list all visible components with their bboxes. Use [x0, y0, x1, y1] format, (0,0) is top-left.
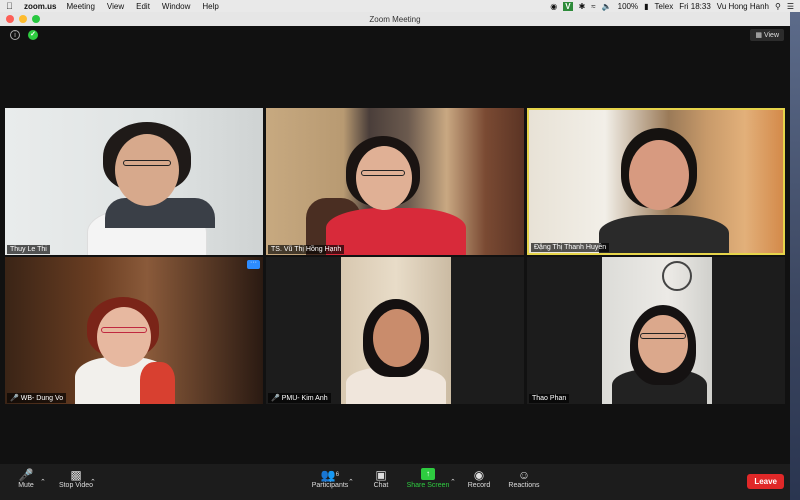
record-icon: ◉	[473, 468, 485, 482]
window-title: Zoom Meeting	[369, 14, 421, 24]
wall-fan	[662, 261, 692, 291]
stop-video-label: Stop Video	[58, 482, 94, 489]
bluetooth-icon[interactable]: ✱	[579, 2, 586, 11]
menu-help[interactable]: Help	[202, 2, 218, 11]
app-menu-zoom[interactable]: zoom.us	[24, 2, 56, 11]
participant-name: WB- Dung Vo	[20, 394, 64, 402]
search-icon[interactable]: ⚲	[775, 2, 781, 11]
participant-name-tag: TS. Vũ Thị Hồng Hạnh	[268, 245, 345, 254]
mute-button[interactable]: 🎤 Mute	[14, 468, 38, 489]
participants-icon: 👥6	[320, 468, 340, 482]
participant-name-tag: 🎤 WB- Dung Vo	[7, 393, 67, 403]
view-label: View	[763, 32, 779, 39]
audio-options-caret-icon[interactable]: ⌃	[40, 478, 46, 486]
menubar-tray: ◉ V ✱ ≈ 🔈 100% ▮ Telex Fri 18:33 Vu Hong…	[550, 1, 794, 11]
window-titlebar: Zoom Meeting	[0, 12, 790, 26]
battery-percentage[interactable]: 100%	[618, 2, 638, 11]
info-icon[interactable]: i	[10, 30, 20, 40]
clock[interactable]: Fri 18:33	[679, 2, 711, 11]
participant-video	[341, 257, 451, 404]
participant-name: Thao Phan	[532, 395, 567, 402]
video-tile[interactable]: Thuy Le Thi	[5, 108, 263, 255]
share-options-caret-icon[interactable]: ⌃	[450, 478, 456, 486]
participant-name: PMU- Kim Anh	[281, 394, 328, 402]
share-screen-arrow-icon: ↑	[421, 468, 435, 480]
chat-label: Chat	[373, 482, 389, 489]
participant-name: Đặng Thị Thanh Huyền	[534, 244, 607, 251]
more-options-icon[interactable]: ···	[247, 259, 260, 269]
participant-name-tag: 🎤 PMU- Kim Anh	[268, 393, 331, 403]
participants-count: 6	[335, 472, 340, 478]
record-button[interactable]: ◉ Record	[464, 468, 494, 489]
video-tile-active-speaker[interactable]: Đặng Thị Thanh Huyền	[527, 108, 785, 255]
participant-name-tag: Đặng Thị Thanh Huyền	[531, 243, 610, 252]
zoom-tray-icon[interactable]: ◉	[550, 2, 557, 11]
battery-icon[interactable]: ▮	[644, 2, 648, 11]
chat-bubble-icon: ▣	[375, 468, 387, 482]
view-button[interactable]: ▦ View	[750, 29, 784, 41]
reactions-button[interactable]: ☺ Reactions	[506, 468, 542, 489]
video-tile[interactable]: TS. Vũ Thị Hồng Hạnh	[266, 108, 524, 255]
input-source-label[interactable]: Telex	[655, 2, 674, 11]
control-center-icon[interactable]: ☰	[787, 2, 794, 11]
macos-menubar:  zoom.us Meeting View Edit Window Help …	[0, 0, 800, 12]
participant-name: TS. Vũ Thị Hồng Hạnh	[271, 246, 342, 253]
video-tile[interactable]: Thao Phan	[527, 257, 785, 404]
participants-button[interactable]: 👥6 Participants	[306, 468, 354, 489]
meeting-top-bar: i ✓ ▦ View	[0, 26, 790, 44]
mic-muted-icon: 🎤	[10, 395, 19, 402]
apple-icon[interactable]: 	[6, 1, 16, 11]
participant-video	[602, 257, 712, 404]
desktop-background	[790, 12, 800, 500]
participant-name-tag: Thuy Le Thi	[7, 245, 50, 254]
v-app-icon[interactable]: V	[563, 1, 573, 11]
emoji-plus-icon: ☺	[517, 468, 531, 482]
microphone-icon: 🎤	[18, 468, 34, 482]
shield-icon[interactable]: ✓	[28, 30, 38, 40]
meeting-toolbar: 🎤 Mute ⌃ ▩ Stop Video ⌃ 👥6 Participants …	[0, 464, 790, 500]
zoom-window: Zoom Meeting i ✓ ▦ View Thuy Le Thi TS. …	[0, 12, 790, 500]
participant-name: Thuy Le Thi	[10, 246, 47, 253]
record-label: Record	[467, 482, 491, 489]
reactions-label: Reactions	[508, 482, 540, 489]
participant-name-tag: Thao Phan	[529, 394, 570, 403]
video-tile[interactable]: ··· 🎤 WB- Dung Vo	[5, 257, 263, 404]
volume-icon[interactable]: 🔈	[602, 2, 612, 11]
share-screen-label: Share Screen	[406, 482, 450, 489]
participants-options-caret-icon[interactable]: ⌃	[348, 478, 354, 486]
menu-meeting[interactable]: Meeting	[66, 2, 94, 11]
participants-label: Participants	[311, 482, 349, 489]
menu-edit[interactable]: Edit	[136, 2, 150, 11]
menu-view[interactable]: View	[107, 2, 124, 11]
video-tile[interactable]: 🎤 PMU- Kim Anh	[266, 257, 524, 404]
leave-button[interactable]: Leave	[747, 474, 784, 489]
menu-window[interactable]: Window	[162, 2, 190, 11]
mic-muted-icon: 🎤	[271, 395, 280, 402]
mute-label: Mute	[18, 482, 34, 489]
share-screen-button[interactable]: ↑ Share Screen	[404, 468, 452, 489]
wifi-icon[interactable]: ≈	[591, 2, 595, 11]
video-options-caret-icon[interactable]: ⌃	[90, 478, 96, 486]
user-name[interactable]: Vu Hong Hanh	[717, 2, 769, 11]
chat-button[interactable]: ▣ Chat	[368, 468, 394, 489]
